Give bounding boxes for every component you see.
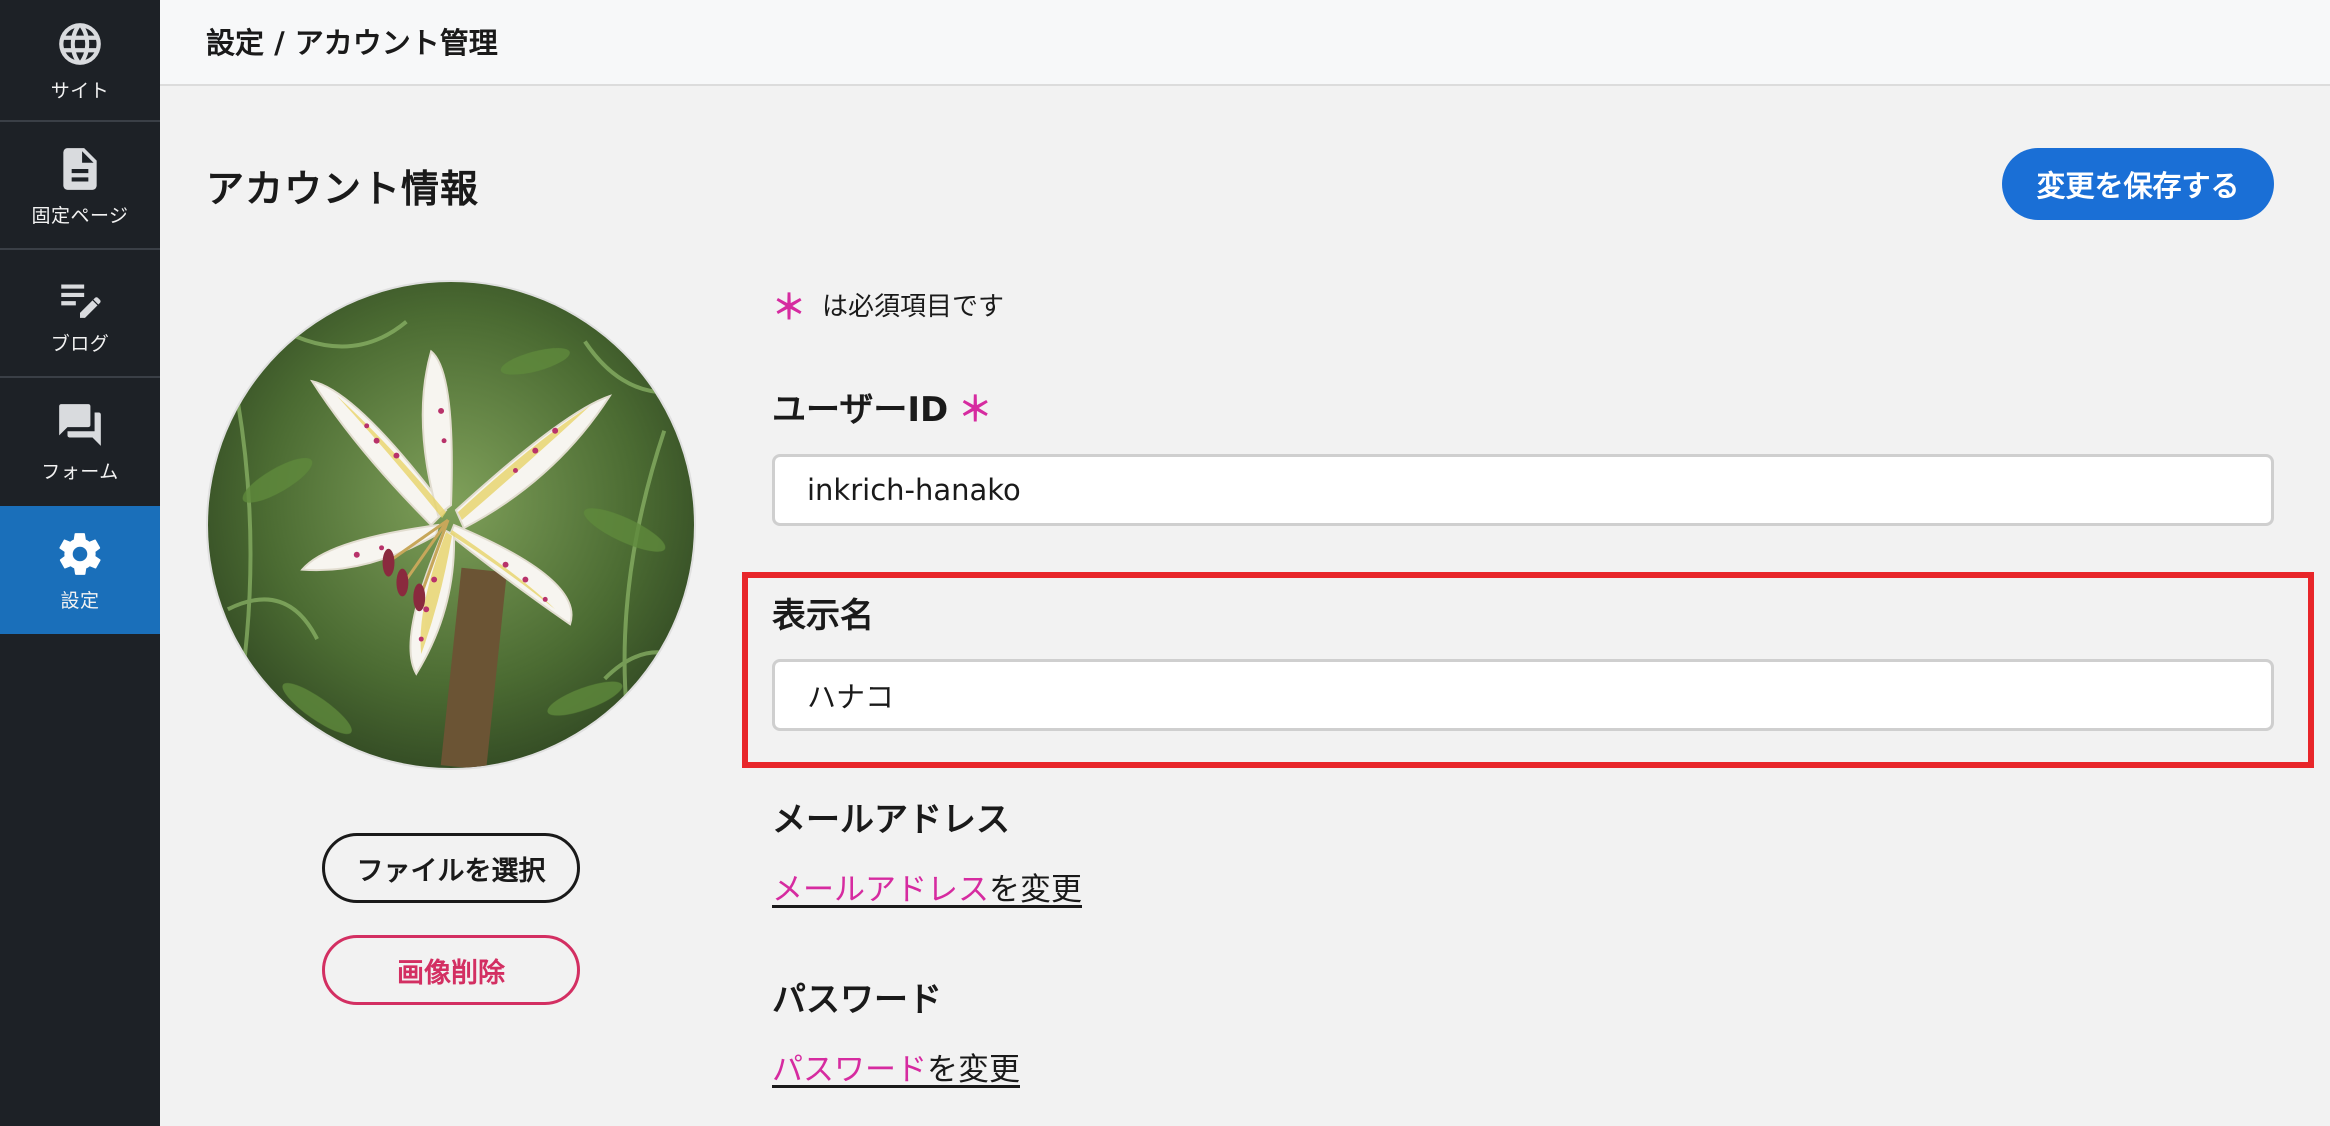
email-label: メールアドレス [772,792,1010,841]
document-icon [54,143,106,195]
sidebar-item-label: 設定 [60,589,100,612]
sidebar-item-label: フォーム [41,460,119,483]
page-title: アカウント情報 [206,167,480,211]
sidebar-item-pages[interactable]: 固定ページ [0,122,160,248]
sidebar-item-blog[interactable]: ブログ [0,250,160,376]
display-name-label: 表示名 [772,588,874,637]
required-mark: ＊ [958,390,993,430]
sidebar-item-forms[interactable]: フォーム [0,378,160,504]
email-label-text: メールアドレス [772,800,1010,840]
password-label: パスワード [772,972,942,1021]
required-note: ＊ は必須項目です [772,280,1004,329]
required-mark: ＊ [772,288,806,328]
sidebar-item-label: ブログ [50,332,110,355]
delete-image-button[interactable]: 画像削除 [322,935,580,1005]
sidebar-item-site[interactable]: サイト [0,0,160,120]
user-id-input[interactable] [772,454,2274,526]
avatar [206,280,696,770]
edit-note-icon [54,271,106,323]
sidebar: サイト 固定ページ ブログ フォーム 設定 [0,0,160,1126]
required-note-text: は必須項目です [822,292,1005,322]
sidebar-item-label: 固定ページ [31,204,129,227]
password-link[interactable]: パスワード [772,1052,927,1088]
globe-icon [54,18,106,70]
user-id-label: ユーザーID ＊ [772,382,992,431]
top-header: 設定 / アカウント管理 [160,0,2330,86]
password-change-link: パスワードを変更 [772,1044,1020,1089]
choose-file-button[interactable]: ファイルを選択 [322,833,580,903]
save-button[interactable]: 変更を保存する [2002,148,2274,220]
password-label-text: パスワード [772,980,942,1020]
display-name-input[interactable] [772,659,2274,731]
email-change-suffix: を変更 [989,872,1082,908]
email-link[interactable]: メールアドレス [772,872,989,908]
sidebar-item-label: サイト [50,79,110,102]
gear-icon [54,528,106,580]
breadcrumb: 設定 / アカウント管理 [206,26,498,60]
sidebar-item-settings[interactable]: 設定 [0,506,160,634]
forum-icon [54,399,106,451]
password-change-suffix: を変更 [927,1052,1020,1088]
user-id-label-text: ユーザーID [772,390,949,430]
email-change-link: メールアドレスを変更 [772,864,1082,909]
display-name-label-text: 表示名 [772,596,874,636]
